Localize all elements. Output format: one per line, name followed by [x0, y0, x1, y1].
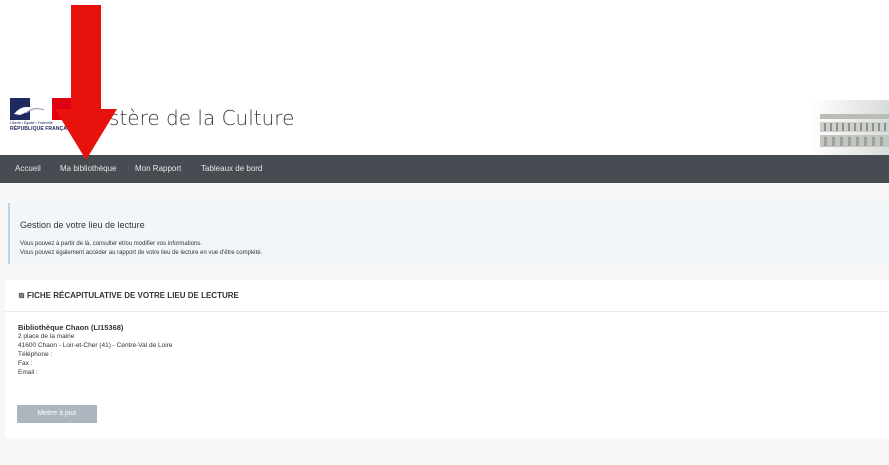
building-banner-image	[810, 100, 889, 155]
main-content: Gestion de votre lieu de lecture Vous po…	[0, 183, 889, 465]
nav-item-mon-rapport[interactable]: Mon Rapport	[135, 155, 181, 183]
library-phone: Téléphone :	[18, 351, 53, 358]
logo-motto: Liberté • Égalité • Fraternité	[10, 121, 53, 125]
site-header: Liberté • Égalité • Fraternité RÉPUBLIQU…	[0, 0, 889, 155]
library-address-line-1: 2 place de la mairie	[18, 333, 75, 340]
update-button[interactable]: Mettre à jour	[17, 405, 97, 423]
info-text-line-2: Vous pouvez également accéder au rapport…	[20, 250, 263, 256]
nav-item-tableaux-de-bord[interactable]: Tableaux de bord	[201, 155, 262, 183]
info-text-line-1: Vous pouvez à partir de là, consulter et…	[20, 241, 203, 247]
card-header: FICHE RÉCAPITULATIVE DE VOTRE LIEU DE LE…	[5, 280, 889, 312]
library-fax: Fax :	[18, 360, 33, 367]
library-summary-card: FICHE RÉCAPITULATIVE DE VOTRE LIEU DE LE…	[5, 280, 889, 438]
book-icon	[18, 292, 25, 299]
library-address-line-2: 41600 Chaon - Loir-et-Cher (41) - Centre…	[18, 342, 173, 349]
library-email: Email :	[18, 369, 38, 376]
nav-item-accueil[interactable]: Accueil	[15, 155, 41, 183]
main-navbar: Accueil Ma bibliothèque Mon Rapport Tabl…	[0, 155, 889, 183]
info-title: Gestion de votre lieu de lecture	[20, 220, 145, 230]
red-down-arrow-icon	[55, 5, 117, 160]
library-name: Bibliothèque Chaon (LI15368)	[18, 323, 124, 332]
card-title: FICHE RÉCAPITULATIVE DE VOTRE LIEU DE LE…	[27, 291, 239, 300]
info-panel: Gestion de votre lieu de lecture Vous po…	[8, 203, 889, 264]
